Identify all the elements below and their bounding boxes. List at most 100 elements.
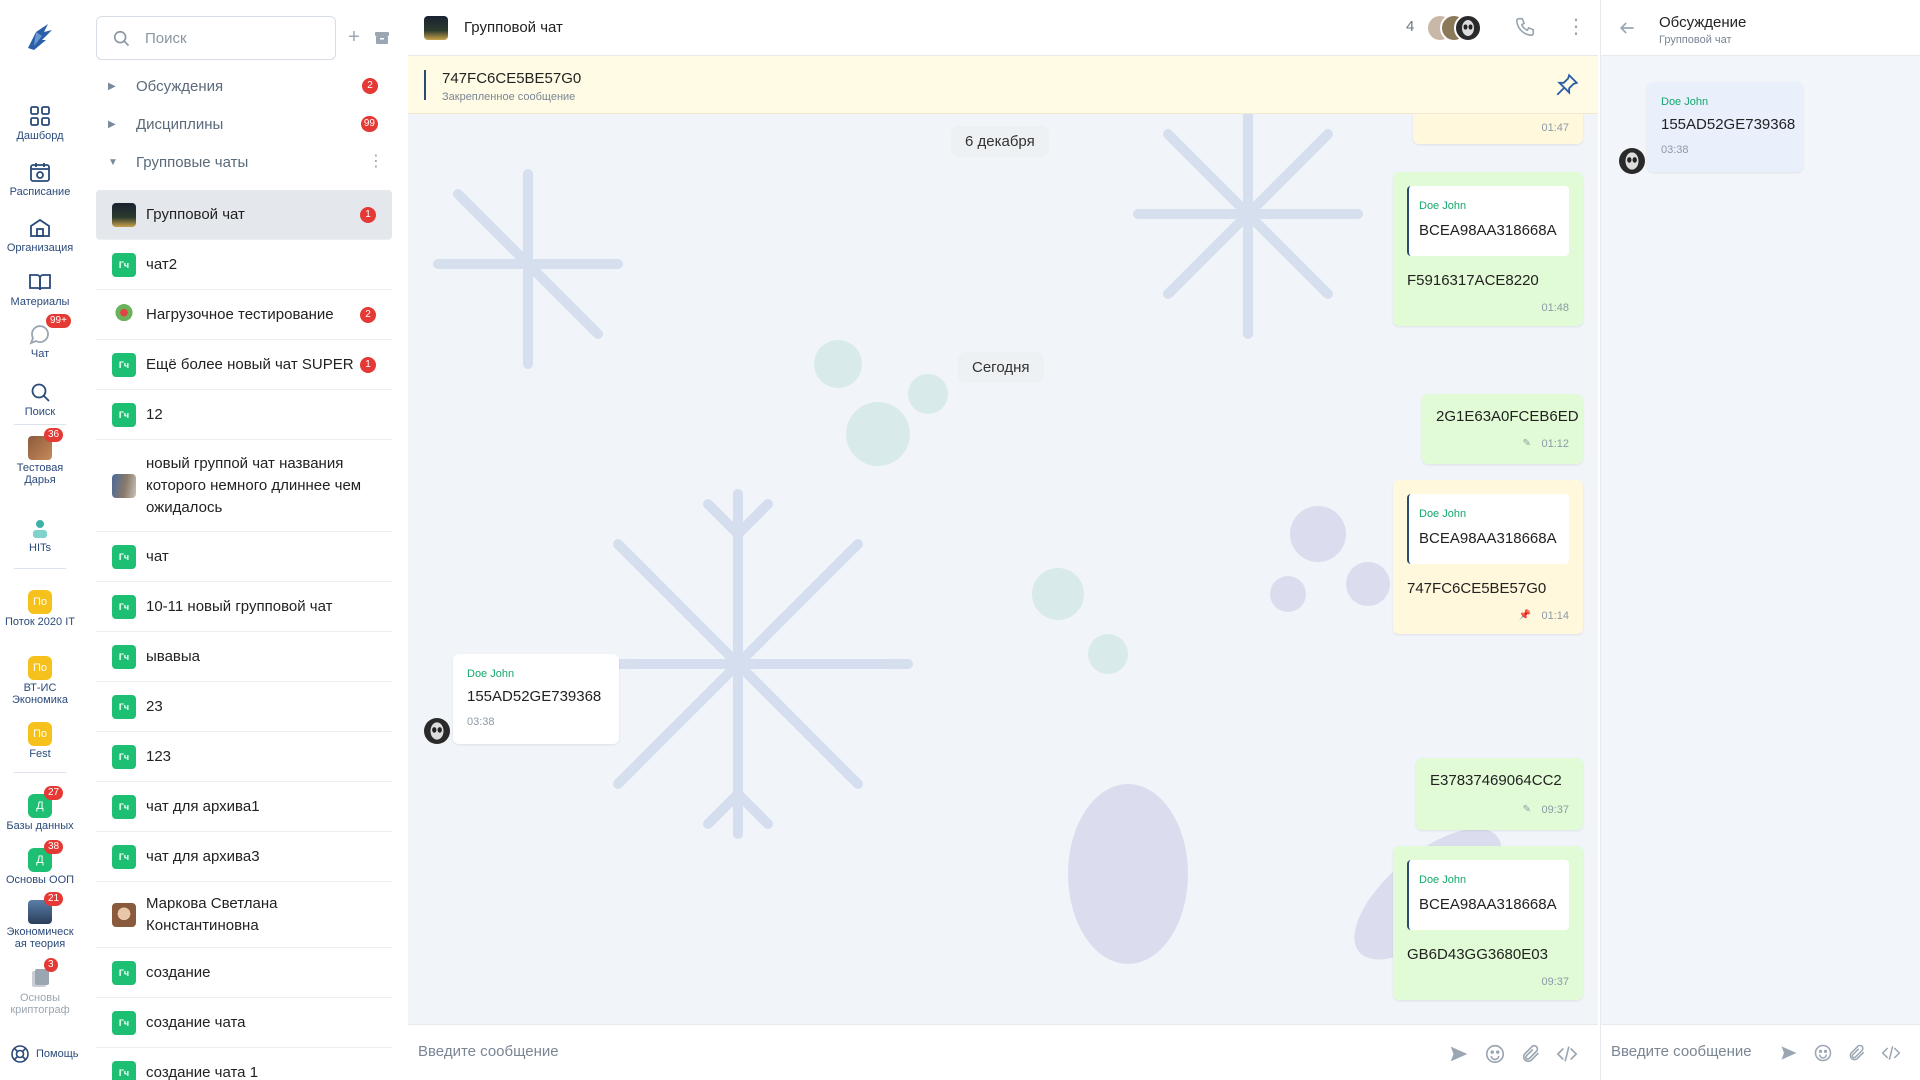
unread-badge: 1 (360, 356, 376, 373)
code-icon[interactable] (1556, 1043, 1578, 1065)
pinned-caption: Закрепленное сообщение (442, 91, 576, 103)
rail-item-organization[interactable]: Организация (0, 216, 80, 254)
reply-quote[interactable]: Doe John BCEA98AA318668A (1407, 860, 1569, 930)
section-disciplines[interactable]: ▶ Дисциплины 99 (96, 110, 392, 138)
code-icon[interactable] (1881, 1043, 1903, 1065)
search-box[interactable] (96, 16, 336, 60)
send-icon[interactable] (1448, 1043, 1470, 1065)
rail-item-dashboard[interactable]: Дашборд (0, 104, 80, 142)
message-bubble-outgoing[interactable]: E37837469064CC2 09:37 ✎ (1416, 758, 1583, 830)
message-list[interactable]: 01:47 6 декабря Doe John BCEA98AA318668A… (408, 114, 1598, 1024)
attach-icon[interactable] (1520, 1043, 1542, 1065)
rail-item-schedule[interactable]: Расписание (0, 160, 80, 198)
member-avatars[interactable] (1426, 14, 1486, 42)
search-input[interactable] (145, 29, 295, 47)
chat-name: 12 (146, 405, 163, 423)
section-group-chats[interactable]: ▼ Групповые чаты ⋮ (96, 148, 392, 176)
chat-list-item[interactable]: Гч 10-11 новый групповой чат (96, 582, 392, 632)
back-arrow-icon[interactable] (1617, 18, 1637, 38)
chat-list-item[interactable]: Гч Ещё более новый чат SUPER 1 (96, 340, 392, 390)
message-bubble-outgoing[interactable]: 2G1E63A0FCEB6ED 01:12 ✎ (1422, 394, 1583, 464)
rail-course-potok[interactable]: По Поток 2020 IT (0, 590, 80, 628)
rail-course-fest[interactable]: По Fest (0, 722, 80, 760)
chat-list-item[interactable]: Групповой чат 1 (96, 190, 392, 240)
rail-course-vtis[interactable]: По ВТ-ИС Экономика (0, 656, 80, 706)
rail-course-databases[interactable]: Д 27 Базы данных (0, 786, 80, 832)
message-bubble-outgoing[interactable]: Doe John BCEA98AA318668A GB6D43GG3680E03… (1393, 846, 1583, 1000)
phone-icon[interactable] (1514, 16, 1536, 38)
send-icon[interactable] (1779, 1043, 1801, 1065)
message-bubble-incoming[interactable]: Doe John 155AD52GE739368 03:38 (453, 654, 619, 744)
emoji-icon[interactable] (1813, 1043, 1835, 1065)
add-chat-icon[interactable]: + (344, 27, 364, 48)
rail-item-materials[interactable]: Материалы (0, 270, 80, 308)
course-badge: 21 (44, 892, 64, 906)
chat-list-item[interactable]: Гч создание (96, 948, 392, 998)
message-input[interactable] (418, 1035, 1418, 1067)
message-bubble-outgoing[interactable]: 01:47 (1413, 114, 1583, 144)
more-vertical-icon[interactable]: ⋮ (1566, 14, 1586, 39)
chat-list-item[interactable]: Гч 12 (96, 390, 392, 440)
chat-list-item[interactable]: Гч ывавыа (96, 632, 392, 682)
chat-list-item[interactable]: Гч 23 (96, 682, 392, 732)
chevron-down-icon: ▼ (108, 156, 118, 168)
rail-course-crypto[interactable]: 3 Основы криптограф (0, 958, 80, 1016)
help-button[interactable]: Помощь (10, 1044, 79, 1064)
pin-icon[interactable] (1554, 72, 1580, 98)
chevron-right-icon: ▶ (108, 118, 116, 130)
emoji-icon[interactable] (1484, 1043, 1506, 1065)
quote-text: BCEA98AA318668A (1419, 222, 1557, 239)
sender-avatar[interactable] (1619, 148, 1645, 174)
rail-item-chat[interactable]: 99+ Чат (0, 314, 80, 360)
chat-avatar: Гч (112, 1010, 136, 1035)
book-icon (28, 270, 52, 294)
chat-avatar (112, 902, 136, 927)
chat-avatar: Гч (112, 594, 136, 619)
reply-quote[interactable]: Doe John BCEA98AA318668A (1407, 494, 1569, 564)
chat-name: чат (146, 547, 169, 565)
chat-name: 10-11 новый групповой чат (146, 597, 333, 615)
quote-author: Doe John (1419, 508, 1467, 520)
thread-subtitle: Групповой чат (1659, 34, 1732, 46)
app-logo[interactable] (22, 18, 58, 54)
date-separator: Сегодня (958, 352, 1044, 383)
rail-course-oop[interactable]: Д 38 Основы ООП (0, 840, 80, 886)
chat-name: Ещё более новый чат SUPER (146, 355, 354, 373)
rail-course-hits[interactable]: HITs (0, 516, 80, 554)
thread-messages[interactable]: Doe John 155AD52GE739368 03:38 (1601, 56, 1920, 1024)
more-vertical-icon[interactable]: ⋮ (368, 154, 384, 170)
chat-list-item[interactable]: Гч создание чата (96, 998, 392, 1048)
rail-course-economics[interactable]: 21 Экономическ ая теория (0, 892, 80, 950)
chat-list-item[interactable]: Нагрузочное тестирование 2 (96, 290, 392, 340)
chat-icon: 99+ (28, 314, 71, 346)
pinned-message-bar[interactable]: 747FC6CE5BE57G0 Закрепленное сообщение (408, 56, 1598, 114)
chat-panel: Групповой чат 4 ⋮ 747FC6CE5BE57G0 Закреп… (408, 0, 1598, 1080)
chat-list-item[interactable]: Гч чат для архива3 (96, 832, 392, 882)
rail-course-testovaya[interactable]: 36 Тестовая Дарья (0, 428, 80, 486)
chat-list-item[interactable]: Маркова Светлана Константиновна (96, 882, 392, 948)
rail-item-search[interactable]: Поиск (0, 380, 80, 418)
chat-list-item[interactable]: новый группой чат названия которого немн… (96, 440, 392, 532)
archive-icon[interactable] (372, 28, 392, 48)
chat-avatar (112, 202, 136, 227)
chat-list-item[interactable]: Гч чат (96, 532, 392, 582)
chat-avatar: Гч (112, 252, 136, 277)
thread-title: Обсуждение (1659, 14, 1747, 31)
rail-divider (14, 772, 66, 773)
section-discussions[interactable]: ▶ Обсуждения 2 (96, 72, 392, 100)
thread-message-input[interactable] (1611, 1035, 1771, 1067)
sender-avatar[interactable] (424, 718, 450, 744)
chat-list-item[interactable]: Гч 123 (96, 732, 392, 782)
attach-icon[interactable] (1847, 1043, 1869, 1065)
chat-name: чат для архива1 (146, 797, 260, 815)
thread-message-bubble[interactable]: Doe John 155AD52GE739368 03:38 (1647, 82, 1803, 172)
message-bubble-outgoing[interactable]: Doe John BCEA98AA318668A F5916317ACE8220… (1393, 172, 1583, 326)
chat-list-item[interactable]: Гч чат для архива1 (96, 782, 392, 832)
chat-avatar: Гч (112, 694, 136, 719)
message-bubble-outgoing-pinned[interactable]: Doe John BCEA98AA318668A 747FC6CE5BE57G0… (1393, 480, 1583, 634)
chat-list-item[interactable]: Гч чат2 (96, 240, 392, 290)
chat-title[interactable]: Групповой чат (464, 19, 563, 36)
reply-quote[interactable]: Doe John BCEA98AA318668A (1407, 186, 1569, 256)
members-count[interactable]: 4 (1406, 18, 1414, 35)
chat-list-item[interactable]: Гч создание чата 1 (96, 1048, 392, 1080)
